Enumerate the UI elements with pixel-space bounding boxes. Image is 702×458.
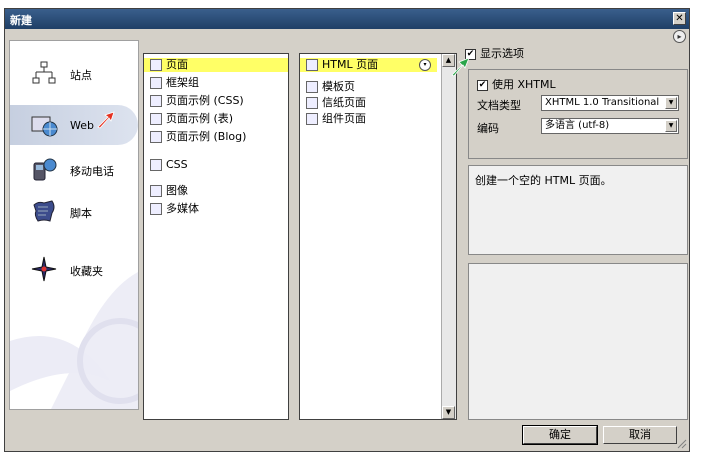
options-group: ✔ 使用 XHTML 文档类型 XHTML 1.0 Transitional ▼ … <box>468 69 688 159</box>
encoding-label: 编码 <box>477 122 499 135</box>
close-icon[interactable]: ✕ <box>673 12 686 25</box>
image-icon <box>150 185 162 197</box>
resize-grip-icon[interactable] <box>675 437 687 449</box>
list-item[interactable]: 框架组 <box>150 76 199 90</box>
list-item[interactable]: 页面示例 (表) <box>150 112 233 126</box>
scroll-down-icon[interactable]: ▼ <box>442 406 455 419</box>
category-label: 移动电话 <box>70 165 114 178</box>
chevron-down-icon[interactable]: ▼ <box>665 97 677 109</box>
doctype-label: 文档类型 <box>477 99 521 112</box>
list-item[interactable]: 图像 <box>150 184 188 198</box>
page-icon <box>150 131 162 143</box>
description-box: 创建一个空的 HTML 页面。 <box>468 165 688 255</box>
category-label: 收藏夹 <box>70 265 103 278</box>
show-options-checkbox[interactable]: ✔ 显示选项 <box>465 45 524 61</box>
new-dialog: 新建 ✕ ▸ 站点 Web 移动电话 脚本 收藏夹 页面 框架组 页面示例 (C… <box>4 8 690 452</box>
script-icon <box>33 200 55 222</box>
list-item[interactable]: 页面 <box>144 58 288 72</box>
encoding-select[interactable]: 多语言 (utf-8) ▼ <box>541 118 679 134</box>
media-icon <box>150 203 162 215</box>
template-icon <box>306 81 318 93</box>
template-list[interactable]: HTML 页面 ▾ 模板页 信纸页面 组件页面 ▲ ▼ <box>299 53 457 420</box>
list-item[interactable]: 页面示例 (CSS) <box>150 94 244 108</box>
cancel-button[interactable]: 取消 <box>603 426 677 444</box>
dialog-title: 新建 <box>10 14 32 27</box>
chevron-down-icon[interactable]: ▾ <box>419 59 431 71</box>
list-item[interactable]: HTML 页面 ▾ <box>300 58 437 72</box>
list-item[interactable]: 页面示例 (Blog) <box>150 130 246 144</box>
use-xhtml-checkbox[interactable]: ✔ 使用 XHTML <box>477 76 556 92</box>
phone-icon <box>33 158 57 181</box>
page-icon <box>150 113 162 125</box>
arrow-pointer-icon <box>97 111 115 129</box>
list-item[interactable]: 信纸页面 <box>306 96 366 110</box>
chevron-down-icon[interactable]: ▼ <box>665 120 677 132</box>
description-text: 创建一个空的 HTML 页面。 <box>475 174 612 187</box>
category-sidebar: 站点 Web 移动电话 脚本 收藏夹 <box>9 40 139 410</box>
list-item[interactable]: 模板页 <box>306 80 355 94</box>
web-icon <box>31 116 58 137</box>
options-toggle-icon[interactable]: ▸ <box>673 30 686 43</box>
component-icon <box>306 113 318 125</box>
preview-box <box>468 263 688 420</box>
type-list[interactable]: 页面 框架组 页面示例 (CSS) 页面示例 (表) 页面示例 (Blog) C… <box>143 53 289 420</box>
category-label: 站点 <box>70 69 92 82</box>
category-label: 脚本 <box>70 207 92 220</box>
title-bar[interactable]: 新建 ✕ <box>5 9 689 29</box>
ok-button[interactable]: 确定 <box>522 425 598 445</box>
site-icon <box>32 61 56 84</box>
page-icon <box>150 95 162 107</box>
doctype-select[interactable]: XHTML 1.0 Transitional ▼ <box>541 95 679 111</box>
css-icon <box>150 159 162 171</box>
list-item[interactable]: 多媒体 <box>150 202 199 216</box>
stationery-icon <box>306 97 318 109</box>
checkbox-icon[interactable]: ✔ <box>477 79 488 91</box>
category-web[interactable]: Web <box>10 105 138 145</box>
category-site[interactable]: 站点 <box>10 53 138 93</box>
scrollbar[interactable]: ▲ ▼ <box>441 54 456 419</box>
frameset-icon <box>150 77 162 89</box>
page-icon <box>150 59 162 71</box>
list-item[interactable]: CSS <box>150 158 188 172</box>
category-label: Web <box>70 119 94 132</box>
category-script[interactable]: 脚本 <box>10 191 138 231</box>
list-item[interactable]: 组件页面 <box>306 112 366 126</box>
html-page-icon <box>306 59 318 71</box>
favorites-icon <box>31 256 57 282</box>
category-phone[interactable]: 移动电话 <box>10 149 138 189</box>
category-favorites[interactable]: 收藏夹 <box>10 249 138 289</box>
